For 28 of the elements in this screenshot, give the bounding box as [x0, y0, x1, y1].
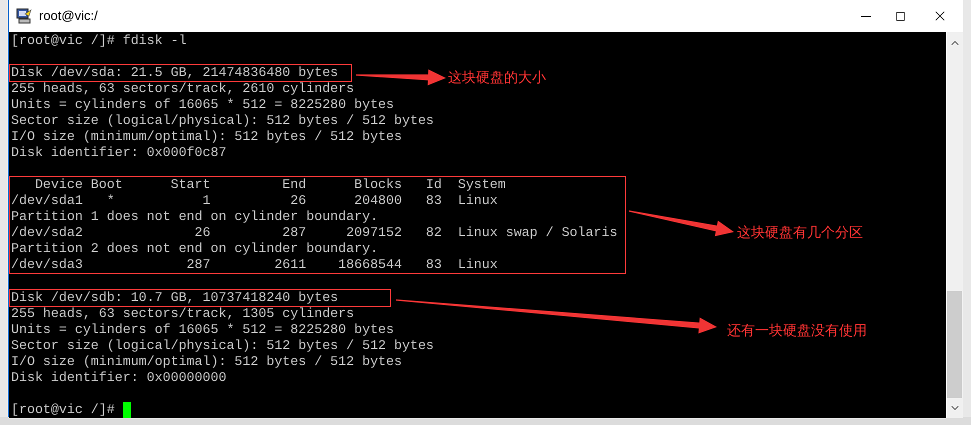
terminal-line: Disk identifier: 0x000f0c87 [11, 145, 226, 161]
terminal-line: /dev/sda1 * 1 26 204800 83 Linux [11, 193, 498, 209]
terminal-line: 255 heads, 63 sectors/track, 2610 cylinders [11, 81, 354, 97]
scrollbar[interactable] [946, 32, 963, 418]
terminal-line: [root@vic /]# [11, 402, 116, 418]
maximize-icon [894, 10, 906, 22]
terminal-line: Partition 2 does not end on cylinder boundary. [11, 241, 378, 257]
terminal-line: I/O size (minimum/optimal): 512 bytes / 512 bytes [11, 129, 402, 145]
terminal-line: /dev/sda2 26 287 2097152 82 Linux swap / Solaris [11, 225, 618, 241]
annotation-label: 这块硬盘有几个分区 [737, 224, 863, 243]
terminal-line: Disk /dev/sda: 21.5 GB, 21474836480 bytes [11, 65, 338, 81]
terminal-line: /dev/sda3 287 2611 18668544 83 Linux [11, 257, 498, 273]
scrollbar-thumb[interactable] [947, 291, 962, 398]
window-title: root@vic:/ [39, 7, 98, 26]
annotation-label: 这块硬盘的大小 [448, 69, 546, 88]
terminal-line: Units = cylinders of 16065 * 512 = 8225280 bytes [11, 322, 394, 338]
terminal-line: Device Boot Start End Blocks Id System [34, 177, 506, 193]
terminal-icon [16, 8, 32, 24]
terminal-line: Disk /dev/sdb: 10.7 GB, 10737418240 bytes [11, 290, 338, 306]
terminal-line: I/O size (minimum/optimal): 512 bytes / 512 bytes [11, 354, 402, 370]
terminal-line: Sector size (logical/physical): 512 bytes / 512 bytes [11, 338, 434, 354]
terminal-line: Sector size (logical/physical): 512 bytes / 512 bytes [11, 113, 434, 129]
terminal-line: 255 heads, 63 sectors/track, 1305 cylinders [11, 306, 354, 322]
terminal-line: Disk identifier: 0x00000000 [11, 370, 226, 386]
terminal-line: Partition 1 does not end on cylinder boundary. [11, 209, 378, 225]
terminal-line: Units = cylinders of 16065 * 512 = 8225280 bytes [11, 97, 394, 113]
annotation-label: 还有一块硬盘没有使用 [727, 322, 867, 341]
terminal-line: [root@vic /]# fdisk -l [11, 33, 187, 49]
